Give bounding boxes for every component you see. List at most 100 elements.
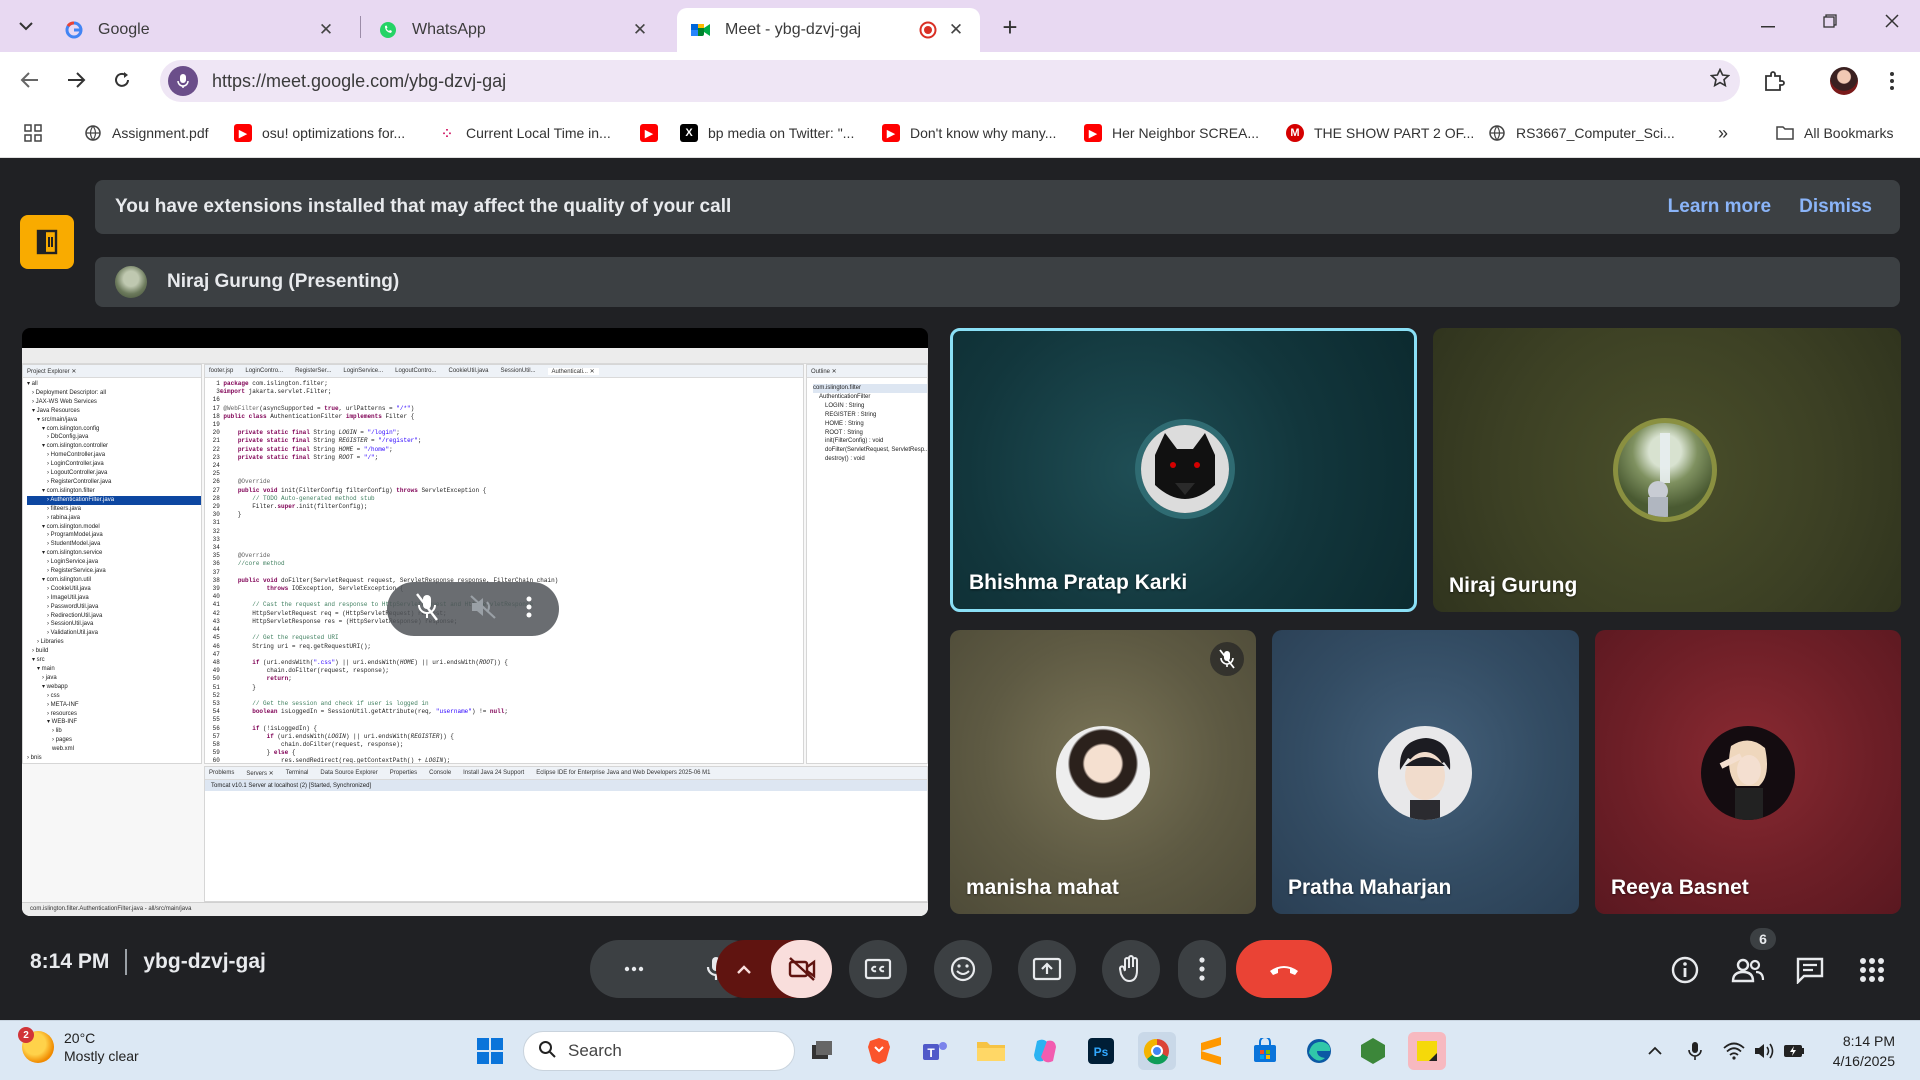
console-pane: Problems Servers ✕ Terminal Data Source Exp…: [204, 766, 928, 902]
shared-screen[interactable]: Project Explorer ✕ ▾ all › Deployment De…: [22, 328, 928, 916]
bookmark-item[interactable]: ⁘ Current Local Time in...: [438, 120, 611, 146]
outline-item: AuthenticationFilter: [819, 393, 871, 400]
weather-condition: Mostly clear: [64, 1048, 139, 1064]
tab-whatsapp[interactable]: WhatsApp ✕: [364, 8, 664, 52]
address-bar[interactable]: https://meet.google.com/ybg-dzvj-gaj: [160, 60, 1740, 102]
close-tab-icon[interactable]: ✕: [946, 20, 966, 40]
editor-tabs: footer.jsp LoginContro... RegisterSer... Lo…: [205, 365, 803, 378]
back-arrow-icon[interactable]: [14, 66, 46, 94]
divider: [125, 949, 128, 975]
tab-google[interactable]: Google ✕: [50, 8, 350, 52]
chrome-menu-kebab-icon[interactable]: [1876, 66, 1908, 96]
sublime-text-icon[interactable]: [1192, 1032, 1230, 1070]
tab-title: Google: [98, 21, 150, 38]
restore-window-icon[interactable]: [1810, 12, 1850, 33]
participant-tile-manisha[interactable]: manisha mahat: [950, 630, 1256, 914]
console-server-line: Tomcat v10.1 Server at localhost (2) [St…: [211, 783, 372, 789]
microsoft-store-icon[interactable]: [1246, 1032, 1284, 1070]
copilot-icon[interactable]: [1026, 1032, 1064, 1070]
close-tab-icon[interactable]: ✕: [630, 20, 650, 40]
url-text[interactable]: https://meet.google.com/ybg-dzvj-gaj: [212, 71, 1700, 92]
bookmark-item[interactable]: X bp media on Twitter: "...: [680, 120, 854, 146]
file-explorer-icon[interactable]: [972, 1032, 1010, 1070]
bookmarks-overflow-icon[interactable]: »: [1718, 120, 1728, 146]
presenter-label: Niraj Gurung (Presenting): [167, 271, 400, 292]
more-options-kebab-icon[interactable]: [526, 596, 532, 623]
bookmark-item[interactable]: M THE SHOW PART 2 OF...: [1286, 120, 1474, 146]
google-favicon-icon: [64, 20, 84, 40]
wifi-icon[interactable]: [1722, 1039, 1746, 1063]
bookmark-item[interactable]: ▶ Don't know why many...: [882, 120, 1056, 146]
audio-settings-more-icon[interactable]: [605, 940, 663, 998]
apps-grid-icon[interactable]: [24, 120, 42, 146]
site-microphone-icon[interactable]: [168, 66, 198, 96]
chrome-browser-icon[interactable]: [1138, 1032, 1176, 1070]
ide-status-bar: com.islington.filter.AuthenticationFilte…: [22, 902, 928, 916]
system-clock[interactable]: 8:14 PM 4/16/2025: [1795, 1031, 1895, 1071]
outline-item: com.islington.filter: [813, 384, 927, 393]
photoshop-icon[interactable]: Ps: [1082, 1032, 1120, 1070]
mic-off-icon[interactable]: [414, 592, 440, 627]
bookmark-item[interactable]: Assignment.pdf: [84, 120, 209, 146]
taskbar-search-box[interactable]: Search: [523, 1031, 795, 1071]
bookmark-label: osu! optimizations for...: [262, 125, 406, 141]
camera-off-icon[interactable]: [771, 940, 832, 998]
windows-start-icon[interactable]: [471, 1032, 509, 1070]
show-hidden-icons-chevron-icon[interactable]: [1643, 1039, 1667, 1063]
edge-browser-icon[interactable]: [1300, 1032, 1338, 1070]
learn-more-link[interactable]: Learn more: [1668, 196, 1771, 218]
microsoft-teams-icon[interactable]: T: [916, 1032, 954, 1070]
present-screen-icon[interactable]: [1018, 940, 1076, 998]
all-bookmarks-label: All Bookmarks: [1804, 125, 1894, 141]
bookmark-item[interactable]: ▶ osu! optimizations for...: [234, 120, 405, 146]
camera-settings-chevron-up-icon[interactable]: [716, 940, 771, 998]
bookmark-item[interactable]: ▶ Her Neighbor SCREA...: [1084, 120, 1259, 146]
outline-item: doFilter(ServletRequest, ServletResp...: [825, 447, 928, 454]
captions-icon[interactable]: [849, 940, 907, 998]
browser-tab-strip: Google ✕ WhatsApp ✕ Meet - ybg-dzvj-gaj …: [0, 0, 1920, 52]
forward-arrow-icon[interactable]: [60, 66, 92, 94]
clock-date: 4/16/2025: [1832, 1053, 1895, 1069]
participant-tile-niraj[interactable]: Niraj Gurung: [1433, 328, 1901, 612]
reload-icon[interactable]: [106, 66, 138, 94]
weather-widget[interactable]: 2 20°C Mostly clear: [18, 1027, 139, 1065]
leave-call-button[interactable]: [1236, 940, 1332, 998]
close-window-icon[interactable]: [1872, 12, 1912, 33]
minimize-window-icon[interactable]: [1748, 12, 1788, 33]
sticky-notes-icon[interactable]: [1408, 1032, 1446, 1070]
people-icon[interactable]: [1730, 952, 1766, 988]
participant-tile-pratha[interactable]: Pratha Maharjan: [1272, 630, 1579, 914]
all-bookmarks-button[interactable]: All Bookmarks: [1776, 120, 1893, 146]
dismiss-button[interactable]: Dismiss: [1799, 196, 1872, 218]
emoji-reactions-icon[interactable]: [934, 940, 992, 998]
tab-meet[interactable]: Meet - ybg-dzvj-gaj ✕: [677, 8, 980, 52]
microphone-in-use-icon[interactable]: [1683, 1039, 1707, 1063]
search-icon: [538, 1040, 556, 1063]
participant-name: Bhishma Pratap Karki: [969, 571, 1188, 594]
participant-count-badge: 6: [1750, 928, 1776, 950]
activities-grid-icon[interactable]: [1854, 952, 1890, 988]
profile-avatar[interactable]: [1828, 66, 1860, 96]
bookmark-item[interactable]: ▶: [640, 120, 668, 146]
extensions-puzzle-icon[interactable]: [1758, 66, 1790, 96]
ide-toolbar: [22, 348, 928, 364]
volume-off-icon[interactable]: [469, 594, 497, 625]
participant-avatar: [1378, 726, 1472, 820]
new-tab-plus-icon[interactable]: +: [995, 12, 1025, 43]
bookmark-star-icon[interactable]: [1700, 67, 1740, 94]
brave-browser-icon[interactable]: [860, 1032, 898, 1070]
task-view-icon[interactable]: [803, 1032, 841, 1070]
close-tab-icon[interactable]: ✕: [316, 20, 336, 40]
chat-icon[interactable]: [1792, 952, 1828, 988]
nodejs-icon[interactable]: [1354, 1032, 1392, 1070]
raise-hand-icon[interactable]: [1102, 940, 1160, 998]
participant-tile-reeya[interactable]: Reeya Basnet: [1595, 630, 1901, 914]
side-panel-toggle-icon[interactable]: [20, 215, 74, 269]
participant-tile-bhishma[interactable]: Bhishma Pratap Karki: [950, 328, 1417, 612]
volume-icon[interactable]: [1752, 1039, 1776, 1063]
bookmark-item[interactable]: RS3667_Computer_Sci...: [1488, 120, 1675, 146]
meeting-details-info-icon[interactable]: [1667, 952, 1703, 988]
tab-search-chevron-icon[interactable]: [10, 12, 42, 40]
bookmark-label: bp media on Twitter: "...: [708, 125, 855, 141]
more-options-kebab-icon[interactable]: [1178, 940, 1226, 998]
